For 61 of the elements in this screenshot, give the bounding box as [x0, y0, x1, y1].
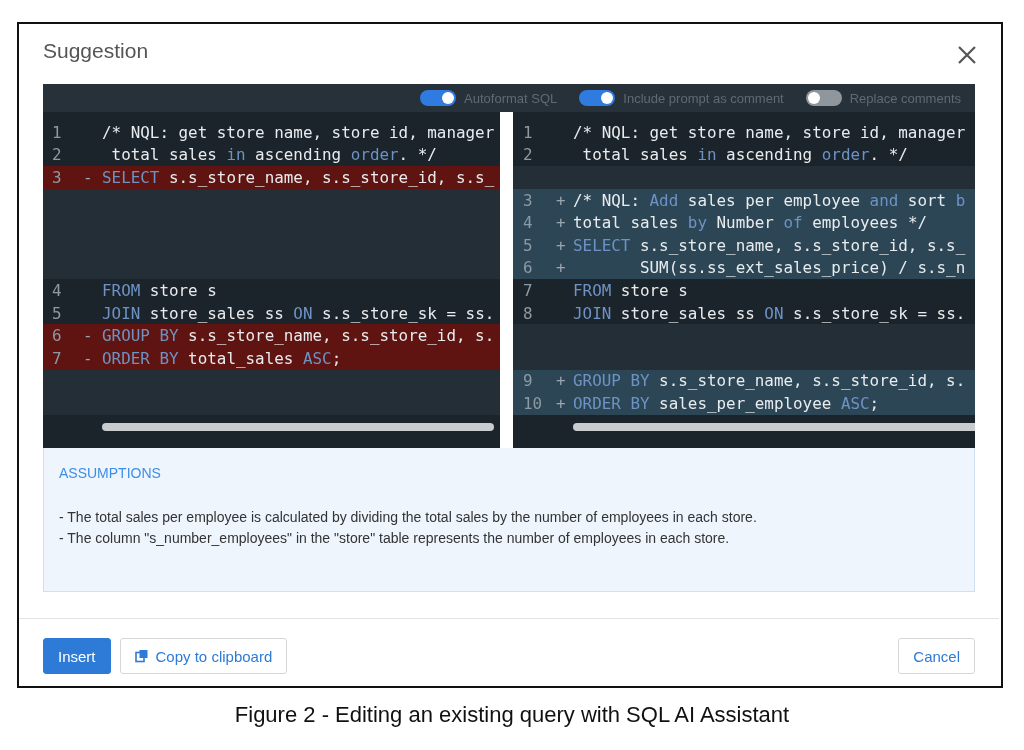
code-line: SELECT s.s_store_name, s.s_store_id, s.s_ — [102, 168, 495, 187]
insert-button[interactable]: Insert — [43, 638, 111, 674]
line-number: 2 — [51, 145, 63, 165]
code-line: total sales by Number of employees */ — [573, 213, 927, 233]
line-number: 7 — [522, 280, 534, 300]
line-number: 6 — [51, 326, 63, 346]
line-number: 10 — [522, 393, 544, 413]
diff-marker: - — [83, 348, 93, 368]
code-line: ORDER BY sales_per_employee ASC; — [573, 393, 880, 413]
line-number: 5 — [522, 235, 534, 255]
scrollbar[interactable] — [102, 423, 494, 432]
toggle-label: Replace comments — [849, 90, 961, 106]
diff-marker: + — [556, 213, 566, 233]
diff-marker: + — [556, 393, 566, 413]
code-line: SUM(ss.ss_ext_sales_price) / s.s_n — [638, 258, 966, 278]
code-line: JOIN store_sales ss ON s.s_store_sk = ss. — [573, 303, 966, 323]
code-line: FROM store s — [102, 280, 217, 300]
assumptions-heading: ASSUMPTIONS — [59, 465, 162, 481]
assumption-text: - The column "s_number_employees" in the "store" table represents the number of employees in each store. — [59, 530, 731, 546]
diff-marker: + — [556, 258, 566, 278]
dialog-title: Suggestion — [43, 39, 149, 63]
line-number: 2 — [522, 145, 534, 165]
line-number: 4 — [522, 213, 534, 233]
line-number: 1 — [51, 122, 63, 142]
scrollbar[interactable] — [573, 423, 975, 432]
toggle-switch[interactable] — [579, 90, 616, 106]
copy-icon — [134, 649, 149, 663]
close-icon[interactable] — [957, 45, 977, 65]
toggle-label: Include prompt as comment — [623, 90, 784, 106]
code-line: SELECT s.s_store_name, s.s_store_id, s.s_ — [573, 235, 966, 255]
code-line: total sales in ascending order. */ — [110, 145, 437, 165]
toggle-switch[interactable] — [805, 90, 842, 106]
diff-marker: - — [83, 168, 93, 187]
line-number: 7 — [51, 348, 63, 368]
code-line: FROM store s — [573, 280, 688, 300]
line-number: 8 — [522, 303, 534, 323]
assumption-text: - The total sales per employee is calculated by dividing the total sales by the number of employees in each store. — [59, 509, 758, 525]
code-line: total sales in ascending order. */ — [581, 145, 908, 165]
code-line: /* NQL: Add sales per employee and sort b — [573, 190, 966, 210]
code-line: /* NQL: get store name, store id, manager — [102, 122, 495, 142]
diff-marker: + — [556, 371, 566, 391]
code-line: GROUP BY s.s_store_name, s.s_store_id, s. — [573, 371, 966, 391]
code-line: /* NQL: get store name, store id, manager — [573, 122, 966, 142]
diff-marker: + — [556, 235, 566, 255]
diff-marker: + — [556, 190, 566, 210]
copy-button[interactable]: Copy to clipboard — [119, 638, 288, 674]
line-number: 5 — [51, 303, 63, 323]
line-number: 9 — [522, 371, 534, 391]
line-number: 1 — [522, 122, 534, 142]
toggle-label: Autoformat SQL — [464, 90, 558, 106]
line-number: 6 — [522, 258, 534, 278]
line-number: 3 — [522, 190, 534, 210]
code-line: JOIN store_sales ss ON s.s_store_sk = ss. — [102, 303, 495, 323]
code-line: GROUP BY s.s_store_name, s.s_store_id, s. — [102, 326, 495, 346]
diff-marker: - — [83, 326, 93, 346]
cancel-button[interactable]: Cancel — [898, 638, 975, 674]
figure-caption: Figure 2 - Editing an existing query with SQL AI Assistant — [233, 702, 791, 728]
line-number: 3 — [51, 168, 63, 187]
toggle-switch[interactable] — [420, 90, 457, 106]
code-line: ORDER BY total_sales ASC; — [102, 348, 342, 368]
line-number: 4 — [51, 280, 63, 300]
